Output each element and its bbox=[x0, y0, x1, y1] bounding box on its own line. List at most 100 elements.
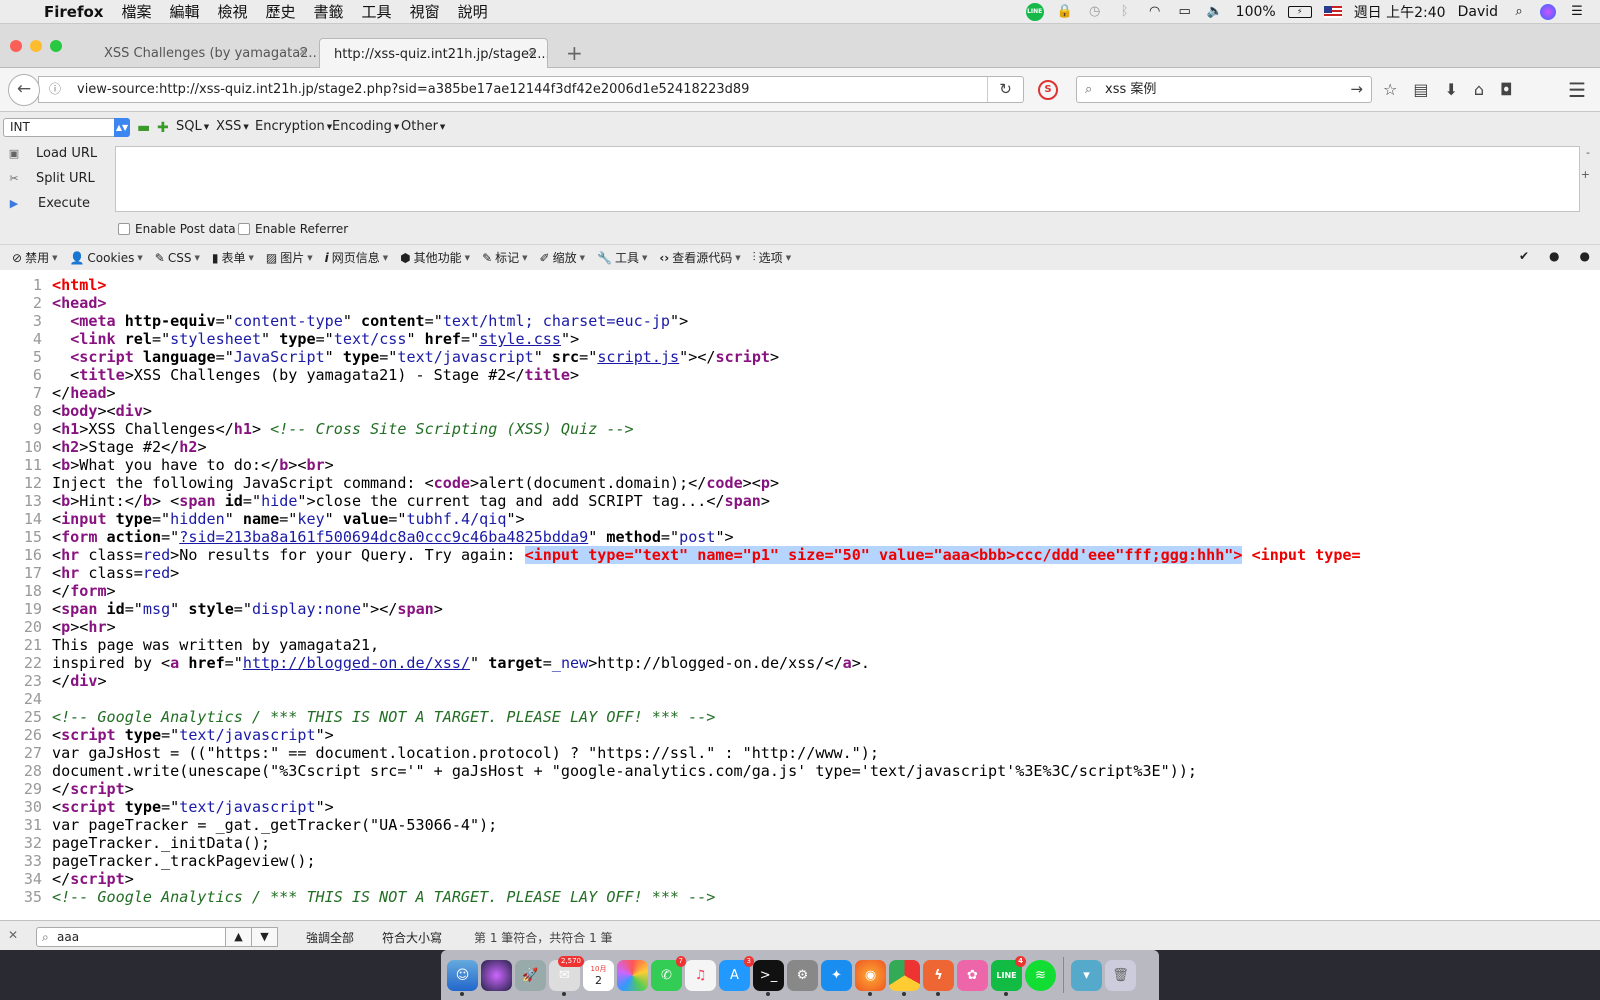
volume-icon[interactable]: 🔈 bbox=[1206, 4, 1224, 20]
menubar-clock[interactable]: 週日 上午2:40 bbox=[1354, 2, 1446, 22]
line-app-icon[interactable]: LINE 4 bbox=[991, 955, 1026, 996]
match-case-toggle[interactable]: 符合大小寫 bbox=[382, 929, 442, 946]
wd-menu-tools[interactable]: 🔧 工具 ▼ bbox=[597, 249, 647, 266]
enable-referrer-checkbox[interactable]: Enable Referrer bbox=[238, 222, 348, 236]
search-bar[interactable]: ⌕ xss 案例 → bbox=[1076, 76, 1372, 103]
terminal-icon[interactable]: >_ bbox=[753, 959, 784, 996]
mail-icon[interactable]: ✉ 2,570 bbox=[549, 955, 584, 996]
menu-view[interactable]: 檢視 bbox=[218, 1, 248, 22]
wd-menu-options[interactable]: ⫶ 选项 ▼ bbox=[753, 249, 791, 266]
wd-menu-css[interactable]: ✎ CSS ▼ bbox=[155, 251, 200, 265]
spotify-icon[interactable]: ≋ bbox=[1025, 959, 1056, 991]
wd-menu-cookies[interactable]: 👤 Cookies ▼ bbox=[69, 251, 142, 265]
find-input[interactable]: ⌕ aaa bbox=[36, 927, 231, 947]
launchpad-rocket-icon[interactable]: 🚀 bbox=[515, 959, 546, 991]
reload-button[interactable]: ↻ bbox=[987, 77, 1023, 102]
window-minimize-button[interactable] bbox=[30, 40, 42, 52]
wd-menu-images[interactable]: ▨ 图片 ▼ bbox=[266, 249, 313, 266]
downloads-folder-icon[interactable]: ▾ bbox=[1071, 959, 1102, 991]
source-token[interactable]: style.css bbox=[479, 330, 561, 348]
execute-button[interactable]: ▶ Execute bbox=[0, 192, 110, 216]
bookmark-star-icon[interactable]: ☆ bbox=[1383, 80, 1397, 99]
menu-tools[interactable]: 工具 bbox=[362, 1, 392, 22]
safari-compass-icon[interactable]: ✦ bbox=[821, 959, 852, 991]
downloads-icon[interactable]: ⬇ bbox=[1444, 80, 1457, 99]
airplay-icon[interactable]: ▭ bbox=[1176, 4, 1194, 20]
find-bar-close-icon[interactable]: ✕ bbox=[8, 928, 18, 942]
flower-app-icon[interactable]: ✿ bbox=[957, 959, 988, 991]
trash-icon[interactable]: 🗑 bbox=[1105, 959, 1136, 991]
hackbar-menu-sql[interactable]: SQL ▼ bbox=[176, 119, 209, 134]
url-bar[interactable]: ⓘ view-source:http://xss-quiz.int21h.jp/… bbox=[38, 76, 1024, 103]
menubar-user[interactable]: David bbox=[1458, 4, 1498, 20]
source-token[interactable]: http://blogged-on.de/xss/ bbox=[243, 654, 470, 672]
highlight-all-toggle[interactable]: 強調全部 bbox=[306, 929, 354, 946]
hackbar-menu-other[interactable]: Other ▼ bbox=[401, 119, 445, 134]
wd-menu-outline[interactable]: ✎ 标记 ▼ bbox=[482, 249, 527, 266]
tab-view-source[interactable]: http://xss-quiz.int21h.jp/stage2... ✕ bbox=[319, 38, 548, 68]
line-status-icon[interactable]: LINE bbox=[1025, 3, 1044, 21]
wd-menu-resize[interactable]: ✐ 缩放 ▼ bbox=[540, 249, 585, 266]
spotlight-search-icon[interactable]: ⌕ bbox=[1510, 4, 1528, 20]
hackbar-menu-encoding[interactable]: Encoding ▼ bbox=[332, 119, 399, 134]
menu-help[interactable]: 說明 bbox=[458, 1, 488, 22]
finder-icon[interactable]: ☺ bbox=[447, 959, 478, 996]
hackbar-minus-icon[interactable]: ▬ bbox=[137, 120, 150, 136]
site-info-icon[interactable]: ⓘ bbox=[49, 77, 61, 102]
hackbar-type-select[interactable]: INT ▲▼ bbox=[3, 118, 130, 137]
hackbar-shrink-icon[interactable]: - bbox=[1586, 146, 1590, 159]
home-icon[interactable]: ⌂ bbox=[1474, 80, 1484, 99]
notification-center-icon[interactable]: ☰ bbox=[1568, 4, 1586, 20]
source-token[interactable]: ?sid=213ba8a161f500694dc8a0ccc9c46ba4825… bbox=[179, 528, 588, 546]
siri-dock-icon[interactable] bbox=[481, 959, 512, 991]
time-machine-icon[interactable]: ◷ bbox=[1086, 4, 1104, 20]
wifi-icon[interactable]: ◠ bbox=[1146, 4, 1164, 20]
calendar-icon[interactable]: 10月 2 bbox=[583, 959, 614, 991]
menu-bookmarks[interactable]: 書籤 bbox=[314, 1, 344, 22]
tab-close-icon[interactable]: ✕ bbox=[298, 45, 308, 59]
wd-status-dot-icon[interactable]: ● bbox=[1549, 249, 1559, 263]
system-preferences-gear-icon[interactable]: ⚙ bbox=[787, 959, 818, 991]
burp-suite-icon[interactable]: ϟ bbox=[923, 959, 954, 996]
window-zoom-button[interactable] bbox=[50, 40, 62, 52]
noscript-icon[interactable]: S bbox=[1038, 80, 1058, 100]
app-store-icon[interactable]: A3 bbox=[719, 955, 754, 991]
wd-valid-check-icon[interactable]: ✔ bbox=[1519, 249, 1529, 263]
search-go-arrow-icon[interactable]: → bbox=[1350, 77, 1363, 102]
tab-close-icon[interactable]: ✕ bbox=[527, 46, 537, 60]
menu-history[interactable]: 歷史 bbox=[266, 1, 296, 22]
wd-menu-view-source[interactable]: ‹› 查看源代码 ▼ bbox=[659, 249, 740, 266]
hackbar-menu-xss[interactable]: XSS ▼ bbox=[216, 119, 249, 134]
back-button[interactable]: ← bbox=[8, 74, 40, 106]
find-next-button[interactable]: ▼ bbox=[251, 927, 278, 947]
wd-status-dot-icon[interactable]: ● bbox=[1580, 249, 1590, 263]
siri-icon[interactable] bbox=[1540, 4, 1556, 20]
window-close-button[interactable] bbox=[10, 40, 22, 52]
reading-list-icon[interactable]: ▤ bbox=[1413, 80, 1428, 99]
hackbar-url-textarea[interactable] bbox=[115, 146, 1580, 212]
menu-window[interactable]: 視窗 bbox=[410, 1, 440, 22]
input-source-flag-icon[interactable] bbox=[1323, 6, 1342, 18]
split-url-button[interactable]: ✂ Split URL bbox=[0, 167, 110, 191]
wd-menu-forms[interactable]: ▮ 表单 ▼ bbox=[212, 249, 254, 266]
load-url-button[interactable]: ▣ Load URL bbox=[0, 142, 110, 166]
open-menu-hamburger-icon[interactable]: ☰ bbox=[1568, 78, 1586, 102]
wd-menu-miscellaneous[interactable]: ⬢ 其他功能 ▼ bbox=[400, 249, 470, 266]
new-tab-button[interactable]: + bbox=[566, 41, 583, 65]
messages-facetime-icon[interactable]: ✆ 7 bbox=[651, 955, 686, 991]
app-menu-firefox[interactable]: Firefox bbox=[44, 3, 103, 21]
menu-file[interactable]: 檔案 bbox=[121, 1, 151, 22]
wd-menu-information[interactable]: i 网页信息 ▼ bbox=[325, 249, 389, 266]
enable-post-data-checkbox[interactable]: Enable Post data bbox=[118, 222, 236, 236]
tab-xss-challenges[interactable]: XSS Challenges (by yamagata2... ✕ bbox=[90, 38, 318, 68]
menu-edit[interactable]: 編輯 bbox=[169, 1, 199, 22]
firefox-icon[interactable]: ◉ bbox=[855, 959, 886, 996]
hackbar-plus-icon[interactable]: ✚ bbox=[157, 120, 169, 136]
wd-menu-disable[interactable]: ⊘ 禁用 ▼ bbox=[12, 249, 57, 266]
bluetooth-icon[interactable]: ᛒ bbox=[1116, 4, 1134, 20]
itunes-icon[interactable]: ♫ bbox=[685, 959, 716, 991]
source-token[interactable]: script.js bbox=[597, 348, 679, 366]
chrome-icon[interactable] bbox=[889, 959, 920, 996]
pocket-icon[interactable]: ◘ bbox=[1500, 80, 1513, 99]
find-previous-button[interactable]: ▲ bbox=[225, 927, 252, 947]
